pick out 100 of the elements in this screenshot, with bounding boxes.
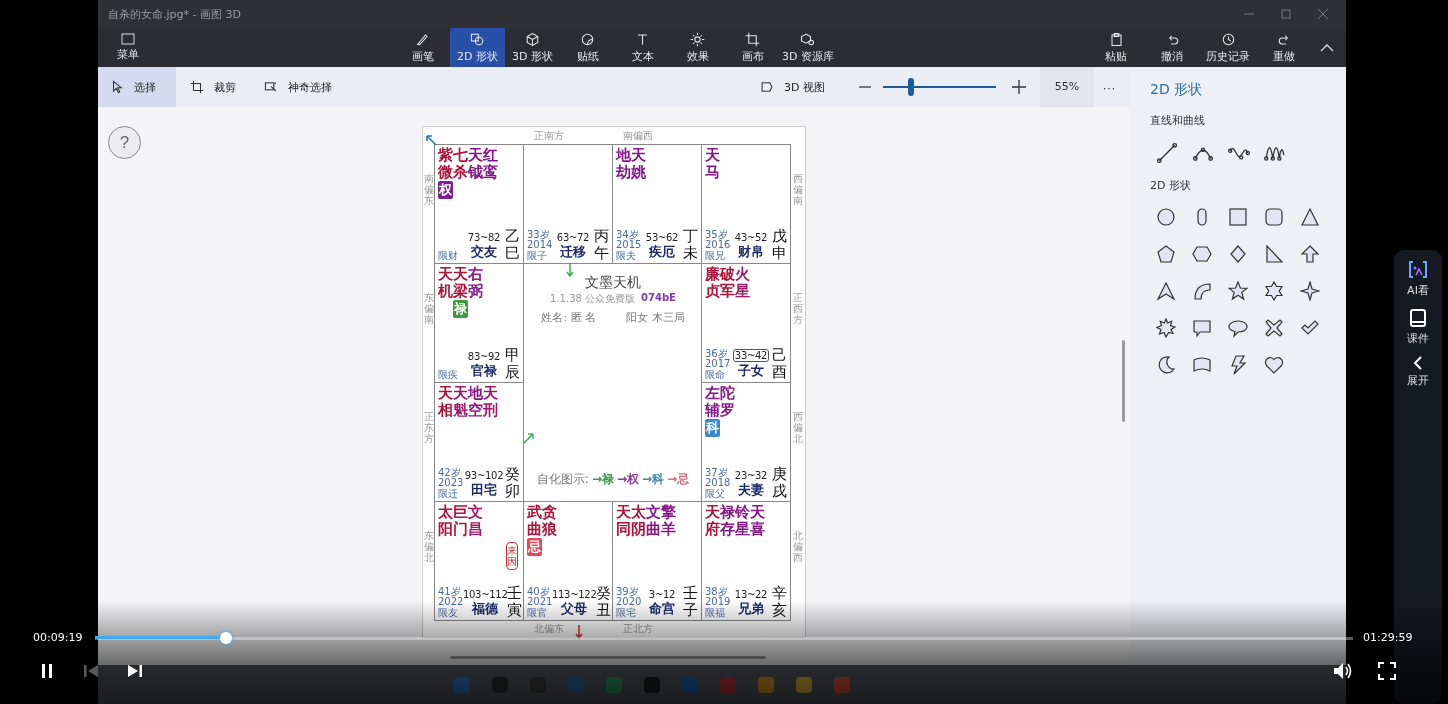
3d-view-button[interactable]: 3D 视图 — [746, 67, 839, 107]
burst-icon[interactable] — [1156, 318, 1176, 338]
limit-label: 限迁 — [438, 488, 459, 499]
toolbar-action-button[interactable]: 粘贴 — [1088, 28, 1144, 67]
direction-label: 南偏西 — [623, 129, 653, 143]
age-range: 73~82 — [467, 232, 501, 243]
book-icon — [1408, 308, 1428, 328]
legend-item: →科 — [642, 471, 665, 488]
widget-button[interactable]: 课件 — [1407, 308, 1429, 346]
direction-label: 东偏南 — [424, 292, 434, 325]
age-label: 40岁 — [527, 586, 550, 597]
star-name: 地空 — [468, 385, 483, 418]
tool-tab[interactable]: 贴纸 — [560, 28, 615, 67]
window-title: 自杀的女命.jpg* - 画图 3D — [108, 6, 241, 22]
scrollbar-thumb[interactable] — [450, 656, 766, 659]
toolbar-action-button[interactable]: 重做 — [1256, 28, 1312, 67]
selection-tool-button[interactable]: 裁剪 — [176, 67, 250, 107]
selection-tool-button[interactable]: 选择 — [98, 67, 176, 107]
year-label: 2022 — [438, 597, 463, 608]
menu-button[interactable]: 菜单 — [100, 28, 155, 67]
direction-label: 西偏北 — [793, 411, 803, 444]
palace-name: 交友 — [471, 243, 497, 261]
tool-tab[interactable]: 画笔 — [395, 28, 450, 67]
age-range: 43~52 — [734, 232, 768, 243]
arrow-up-icon[interactable] — [1300, 244, 1320, 264]
toolbar-action-button[interactable]: 历史记录 — [1200, 28, 1256, 67]
shapes-icon — [470, 31, 485, 47]
widget-button[interactable]: AI看 — [1407, 260, 1429, 298]
chevron-up-icon[interactable] — [1320, 43, 1334, 52]
toolbar-action-button[interactable]: 撤消 — [1144, 28, 1200, 67]
right-triangle-icon[interactable] — [1264, 244, 1284, 264]
paste-icon — [1108, 31, 1124, 47]
circle-icon[interactable] — [1156, 207, 1176, 227]
pointer-icon[interactable] — [1156, 281, 1176, 301]
heart-icon[interactable] — [1264, 355, 1284, 375]
moon-icon[interactable] — [1156, 355, 1176, 375]
brush-icon — [415, 31, 430, 47]
age-range: 33~42 — [732, 349, 770, 362]
banner-icon[interactable] — [1192, 355, 1212, 375]
lightning-icon[interactable] — [1228, 355, 1248, 375]
tool-tab[interactable]: 3D 资源库 — [780, 28, 836, 67]
tool-tab[interactable]: 3D 形状 — [505, 28, 560, 67]
palace-name: 父母 — [561, 600, 588, 618]
arrow-icon — [523, 432, 535, 444]
stem-branch: 庚戌 — [772, 466, 787, 499]
palace-name: 福德 — [472, 600, 499, 618]
zoom-slider-thumb[interactable] — [908, 78, 915, 96]
widget-button[interactable]: 展开 — [1407, 356, 1429, 388]
scrollbar-thumb[interactable] — [1122, 340, 1125, 422]
stem-branch: 辛亥 — [772, 585, 787, 618]
direction-label: 北偏东 — [534, 622, 564, 636]
flag-icon — [760, 80, 775, 94]
hexagon-icon[interactable] — [1192, 244, 1212, 264]
tool-tab[interactable]: 画布 — [725, 28, 780, 67]
more-button[interactable]: ··· — [1094, 79, 1124, 95]
age-label: 36岁 — [705, 348, 728, 359]
age-label: 39岁 — [616, 586, 639, 597]
zoom-in-icon[interactable] — [1012, 80, 1026, 94]
line-icon[interactable] — [1156, 142, 1178, 164]
age-range: 93~102 — [464, 470, 504, 481]
pentagon-icon[interactable] — [1156, 244, 1176, 264]
arc-icon[interactable] — [1192, 281, 1212, 301]
star-icon[interactable] — [1228, 281, 1248, 301]
star-name: 紫微 — [438, 147, 453, 180]
stem-branch: 癸丑 — [596, 585, 612, 618]
thought-bubble-icon[interactable] — [1228, 318, 1248, 338]
four-point-star-icon[interactable] — [1300, 281, 1320, 301]
text-icon — [635, 31, 650, 47]
cross-icon[interactable] — [1264, 318, 1284, 338]
stem-branch: 己酉 — [772, 347, 787, 380]
star-name: 贪狼 — [542, 504, 557, 537]
tool-tab[interactable]: 文本 — [615, 28, 670, 67]
diamond-icon[interactable] — [1228, 244, 1248, 264]
tool-tab[interactable]: 2D 形状 — [450, 28, 505, 67]
direction-label: 正东方 — [424, 411, 434, 444]
six-point-star-icon[interactable] — [1264, 281, 1284, 301]
help-button[interactable]: ? — [108, 126, 141, 159]
speech-bubble-icon[interactable] — [1192, 318, 1212, 338]
chart-title: 文墨天机 — [585, 274, 641, 292]
arrow-icon — [566, 263, 574, 277]
star-name: 文曲 — [646, 504, 661, 537]
close-icon[interactable] — [1318, 9, 1328, 19]
triangle-icon[interactable] — [1300, 207, 1320, 227]
stem-branch: 癸卯 — [505, 466, 520, 499]
palace-name: 命宫 — [649, 600, 675, 618]
section-heading: 2D 形状 — [1150, 178, 1192, 193]
frame-icon — [1407, 260, 1429, 280]
sun-icon — [690, 31, 705, 47]
rounded-square-icon[interactable] — [1264, 207, 1284, 227]
stem-branch: 壬子 — [683, 585, 698, 618]
star-name: 天刑 — [483, 385, 498, 418]
age-range: 3~12 — [648, 589, 676, 600]
sticker-icon — [580, 31, 595, 47]
tool-tab[interactable]: 效果 — [670, 28, 725, 67]
star-name: 武曲 — [527, 504, 542, 537]
age-label: 42岁 — [438, 467, 461, 478]
crop-icon — [190, 80, 204, 94]
square-icon[interactable] — [1228, 207, 1248, 227]
year-label: 2020 — [616, 597, 641, 607]
selection-tool-button[interactable]: 神奇选择 — [250, 67, 346, 107]
